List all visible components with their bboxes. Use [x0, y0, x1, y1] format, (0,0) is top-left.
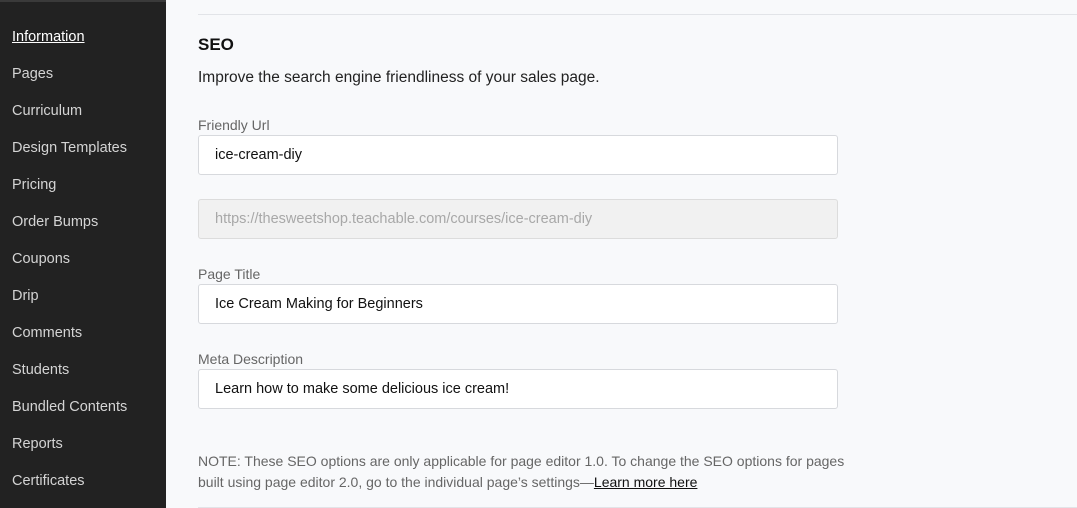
sidebar-item-order-bumps[interactable]: Order Bumps: [0, 212, 166, 249]
app: Information Pages Curriculum Design Temp…: [0, 0, 1077, 508]
friendly-url-label: Friendly Url: [198, 117, 270, 133]
sidebar-item-drip[interactable]: Drip: [0, 286, 166, 323]
sidebar-item-students[interactable]: Students: [0, 360, 166, 397]
full-url-readonly-field: [198, 199, 838, 239]
sidebar-item-comments[interactable]: Comments: [0, 323, 166, 360]
sidebar: Information Pages Curriculum Design Temp…: [0, 0, 166, 508]
seo-note: NOTE: These SEO options are only applica…: [198, 451, 858, 493]
sidebar-item-design-templates[interactable]: Design Templates: [0, 138, 166, 175]
meta-description-input[interactable]: [198, 369, 838, 409]
sidebar-item-coupons[interactable]: Coupons: [0, 249, 166, 286]
page-title-label: Page Title: [198, 266, 261, 282]
meta-description-label: Meta Description: [198, 351, 304, 367]
sidebar-item-pages[interactable]: Pages: [0, 64, 166, 101]
sidebar-item-pricing[interactable]: Pricing: [0, 175, 166, 212]
seo-settings-panel: SEO Improve the search engine friendline…: [166, 0, 1077, 508]
section-title: SEO: [198, 35, 234, 54]
sidebar-item-reports[interactable]: Reports: [0, 434, 166, 471]
sidebar-item-bundled-contents[interactable]: Bundled Contents: [0, 397, 166, 434]
page-title-input[interactable]: [198, 284, 838, 324]
section-divider: [198, 14, 1077, 15]
sidebar-item-certificates[interactable]: Certificates: [0, 471, 166, 508]
learn-more-link[interactable]: Learn more here: [594, 474, 698, 490]
sidebar-item-information[interactable]: Information: [0, 27, 166, 64]
friendly-url-input[interactable]: [198, 135, 838, 175]
seo-note-text: NOTE: These SEO options are only applica…: [198, 453, 845, 490]
sidebar-item-curriculum[interactable]: Curriculum: [0, 101, 166, 138]
section-description: Improve the search engine friendliness o…: [198, 69, 600, 86]
